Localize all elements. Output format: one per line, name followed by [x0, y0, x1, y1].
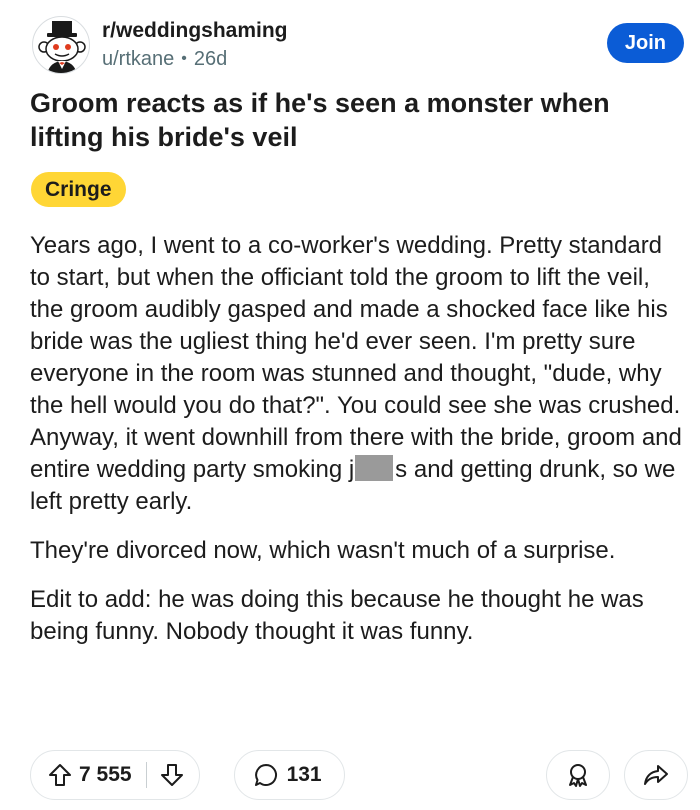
subreddit-avatar[interactable] — [32, 16, 90, 74]
downvote-icon[interactable] — [159, 762, 185, 788]
meta-separator: • — [181, 50, 187, 67]
upvote-icon[interactable] — [47, 762, 73, 788]
post-title: Groom reacts as if he's seen a monster w… — [30, 88, 610, 152]
vote-divider — [145, 762, 147, 788]
post-paragraph: Edit to add: he was doing this because h… — [30, 586, 644, 645]
post-meta: r/weddingshaming u/rtkane • 26d — [102, 18, 288, 72]
reddit-snoo-groom-icon — [38, 21, 86, 73]
post-header: r/weddingshaming u/rtkane • 26d Join — [32, 12, 686, 78]
share-button[interactable] — [624, 750, 688, 800]
paragraph-text: Years ago, I went to a co-worker's weddi… — [30, 232, 682, 483]
redacted-word-block — [355, 455, 394, 481]
award-icon — [565, 762, 591, 788]
vote-control: 7 555 — [30, 750, 200, 800]
post-paragraph: Years ago, I went to a co-worker's weddi… — [30, 230, 682, 518]
upvote-count: 7 555 — [79, 763, 132, 786]
author-username[interactable]: u/rtkane — [102, 46, 174, 72]
award-button[interactable] — [546, 750, 610, 800]
comment-count: 131 — [286, 763, 322, 786]
comments-button[interactable]: 131 — [233, 750, 345, 800]
join-button[interactable]: Join — [606, 23, 684, 63]
post-action-bar: 7 555 131 — [30, 750, 688, 800]
comment-icon — [253, 762, 279, 788]
post-age: 26d — [193, 48, 228, 70]
post-paragraph: They're divorced now, which wasn't much … — [30, 537, 616, 564]
post-body: Years ago, I went to a co-worker's weddi… — [30, 230, 682, 665]
post-flair[interactable]: Cringe — [31, 172, 126, 207]
author-line: u/rtkane • 26d — [102, 46, 288, 72]
subreddit-name[interactable]: r/weddingshaming — [102, 18, 288, 44]
share-icon — [643, 762, 669, 788]
